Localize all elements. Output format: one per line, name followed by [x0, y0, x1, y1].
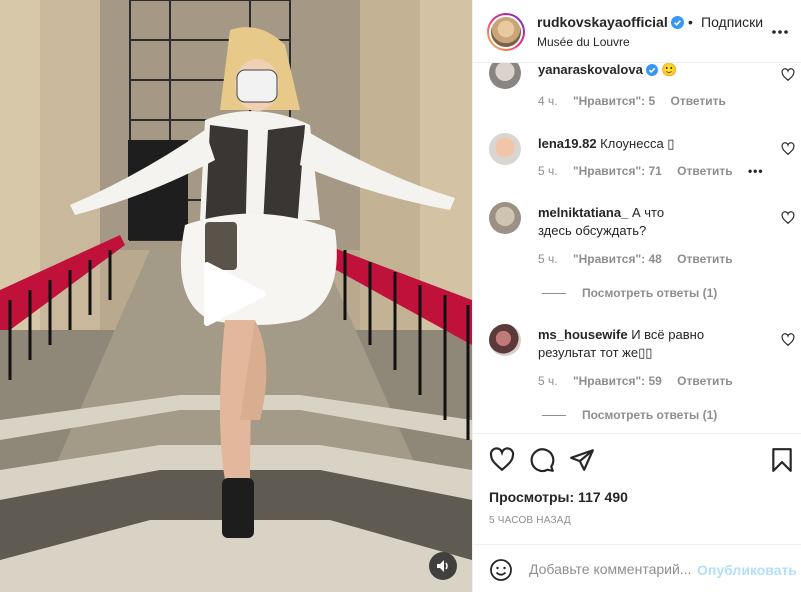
comments-list[interactable]: yanaraskovalova 🙂 4 ч. "Нравится": 5 Отв…: [473, 63, 801, 433]
comment-likes[interactable]: "Нравится": 71: [573, 164, 662, 178]
share-icon[interactable]: [569, 447, 595, 473]
location-link[interactable]: Musée du Louvre: [537, 35, 630, 49]
video-player[interactable]: [0, 0, 472, 592]
bookmark-icon[interactable]: [769, 447, 795, 473]
comment-item: lena19.82 Клоунесса ▯ 5 ч. "Нравится": 7…: [489, 133, 795, 183]
post-actions: [473, 433, 801, 485]
publish-button[interactable]: Опубликовать: [697, 562, 797, 578]
post-time[interactable]: 5 ЧАСОВ НАЗАД: [489, 515, 571, 526]
comment-time[interactable]: 5 ч.: [538, 164, 558, 178]
comment-body: yanaraskovalova 🙂: [538, 63, 763, 79]
more-horizontal-icon[interactable]: [770, 22, 790, 42]
following-button[interactable]: Подписки: [701, 14, 763, 30]
reply-button[interactable]: Ответить: [677, 164, 732, 178]
comment-likes[interactable]: "Нравится": 59: [573, 374, 662, 388]
author-username[interactable]: rudkovskayaofficial: [537, 14, 684, 30]
comment-icon[interactable]: [529, 447, 555, 473]
reply-button[interactable]: Ответить: [670, 94, 725, 108]
emoji-icon[interactable]: [489, 558, 513, 582]
play-icon[interactable]: [203, 261, 267, 327]
view-replies-label[interactable]: Посмотреть ответы (1): [582, 408, 717, 422]
view-replies-button[interactable]: Посмотреть ответы (1): [542, 408, 717, 422]
comment-username[interactable]: lena19.82: [538, 136, 597, 151]
comment-meta: 5 ч. "Нравится": 59 Ответить: [538, 374, 745, 388]
comment-time[interactable]: 5 ч.: [538, 374, 558, 388]
comment-text: 🙂: [661, 63, 678, 77]
heart-icon[interactable]: [781, 142, 795, 156]
comment-options-button[interactable]: •••: [748, 164, 764, 178]
comment-avatar[interactable]: [489, 324, 521, 356]
comment-time[interactable]: 5 ч.: [538, 252, 558, 266]
comment-avatar[interactable]: [489, 202, 521, 234]
comment-username[interactable]: ms_housewife: [538, 327, 628, 342]
comment-body: ms_housewife И всё равно результат тот ж…: [538, 326, 723, 362]
heart-icon[interactable]: [781, 211, 795, 225]
heart-icon[interactable]: [781, 333, 795, 347]
post-view: rudkovskayaofficial • Подписки Musée du …: [0, 0, 801, 592]
comment-meta: 5 ч. "Нравится": 71 Ответить •••: [538, 164, 776, 178]
comment-likes[interactable]: "Нравится": 5: [573, 94, 655, 108]
comment-input[interactable]: [529, 559, 694, 579]
view-replies-button[interactable]: Посмотреть ответы (1): [542, 286, 717, 300]
comment-item: yanaraskovalova 🙂 4 ч. "Нравится": 5 Отв…: [489, 63, 795, 117]
verified-icon: [645, 64, 658, 76]
view-replies-label[interactable]: Посмотреть ответы (1): [582, 286, 717, 300]
header-separator: •: [688, 14, 693, 30]
author-avatar[interactable]: [487, 13, 525, 51]
heart-icon[interactable]: [489, 447, 515, 473]
comment-meta: 4 ч. "Нравится": 5 Ответить: [538, 94, 738, 108]
comment-username[interactable]: yanaraskovalova: [538, 63, 643, 77]
view-count[interactable]: Просмотры: 117 490: [489, 489, 628, 505]
heart-icon[interactable]: [781, 68, 795, 82]
verified-icon: [670, 16, 684, 29]
comment-likes[interactable]: "Нравится": 48: [573, 252, 662, 266]
view-replies-line: [542, 414, 566, 416]
comment-time[interactable]: 4 ч.: [538, 94, 558, 108]
comment-item: ms_housewife И всё равно результат тот ж…: [489, 324, 795, 424]
comment-avatar[interactable]: [489, 133, 521, 165]
reply-button[interactable]: Ответить: [677, 374, 732, 388]
comment-body: melniktatiana_ А что здесь обсуждать?: [538, 204, 688, 240]
comment-avatar[interactable]: [489, 63, 521, 89]
sound-icon[interactable]: [429, 552, 457, 580]
comment-item: melniktatiana_ А что здесь обсуждать? 5 …: [489, 202, 795, 302]
comment-username[interactable]: melniktatiana_: [538, 205, 628, 220]
comment-meta: 5 ч. "Нравится": 48 Ответить: [538, 252, 745, 266]
reply-button[interactable]: Ответить: [677, 252, 732, 266]
comment-body: lena19.82 Клоунесса ▯: [538, 135, 763, 153]
comment-composer: Опубликовать: [473, 544, 801, 592]
view-replies-line: [542, 292, 566, 294]
post-side-panel: rudkovskayaofficial • Подписки Musée du …: [472, 0, 801, 592]
post-header: rudkovskayaofficial • Подписки Musée du …: [473, 0, 801, 63]
author-username-text[interactable]: rudkovskayaofficial: [537, 14, 668, 30]
comment-text: Клоунесса ▯: [600, 136, 675, 151]
